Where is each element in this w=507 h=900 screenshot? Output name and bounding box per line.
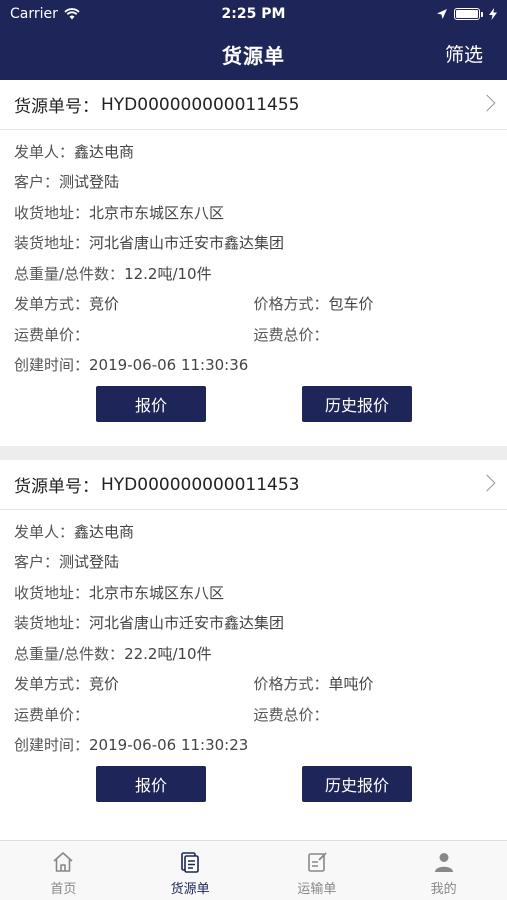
- user-icon: [434, 853, 453, 872]
- created-label: 创建时间：: [14, 736, 90, 755]
- next-card-edge: [0, 826, 507, 840]
- load-address-label: 装货地址：: [14, 614, 90, 633]
- order-number: HYD000000000011455: [101, 94, 300, 115]
- receive-address-label: 收货地址：: [14, 583, 90, 602]
- customer-row: 客户： 测试登陆: [14, 547, 493, 578]
- order-card[interactable]: 货源单号： HYD000000000011455 发单人： 鑫达电商 客户： 测…: [0, 80, 507, 446]
- weight-row: 总重量/总件数： 22.2吨/10件: [14, 638, 493, 669]
- sender-label: 发单人：: [14, 142, 75, 161]
- filter-button[interactable]: 筛选: [445, 40, 483, 67]
- nav-bar: 货源单 筛选: [0, 28, 507, 80]
- quote-button[interactable]: 报价: [96, 386, 206, 422]
- load-address-value: 河北省唐山市迁安市鑫达集团: [89, 614, 285, 633]
- order-mode-label: 发单方式：: [14, 295, 90, 314]
- weight-label: 总重量/总件数：: [14, 644, 125, 663]
- order-number-label: 货源单号：: [14, 477, 99, 497]
- order-header[interactable]: 货源单号： HYD000000000011455: [0, 80, 507, 130]
- order-card[interactable]: 货源单号： HYD000000000011453 发单人： 鑫达电商 客户： 测…: [0, 460, 507, 826]
- freight-row: 运费单价： 运费总价：: [14, 319, 493, 350]
- chevron-right-icon[interactable]: [478, 94, 496, 112]
- tab-home[interactable]: 首页: [0, 841, 127, 900]
- receive-address-row: 收货地址： 北京市东城区东八区: [14, 577, 493, 608]
- receive-address-value: 北京市东城区东八区: [89, 583, 225, 602]
- battery-icon: [454, 8, 483, 20]
- tab-mine-label: 我的: [430, 882, 457, 897]
- receive-address-label: 收货地址：: [14, 203, 90, 222]
- mode-row: 发单方式： 竞价 价格方式： 单吨价: [14, 669, 493, 700]
- chevron-right-icon[interactable]: [478, 474, 496, 492]
- tab-mine[interactable]: 我的: [380, 841, 507, 900]
- load-address-value: 河北省唐山市迁安市鑫达集团: [89, 234, 285, 253]
- price-mode-label: 价格方式：: [253, 295, 329, 314]
- top-bar: Carrier 2:25 PM 货源单 筛选: [0, 0, 507, 80]
- load-address-row: 装货地址： 河北省唐山市迁安市鑫达集团: [14, 608, 493, 639]
- order-list[interactable]: 货源单号： HYD000000000011455 发单人： 鑫达电商 客户： 测…: [0, 80, 507, 840]
- load-address-label: 装货地址：: [14, 234, 90, 253]
- customer-row: 客户： 测试登陆: [14, 167, 493, 198]
- tab-orders[interactable]: 货源单: [127, 841, 254, 900]
- page-title: 货源单: [222, 43, 285, 68]
- tab-home-label: 首页: [50, 882, 77, 897]
- document-icon: [181, 852, 199, 873]
- sender-value: 鑫达电商: [74, 142, 135, 161]
- load-address-row: 装货地址： 河北省唐山市迁安市鑫达集团: [14, 228, 493, 259]
- status-bar: Carrier 2:25 PM: [0, 0, 507, 28]
- receive-address-value: 北京市东城区东八区: [89, 203, 225, 222]
- order-mode-label: 发单方式：: [14, 675, 90, 694]
- customer-value: 测试登陆: [59, 553, 120, 572]
- total-price-label: 运费总价：: [253, 325, 329, 344]
- sender-value: 鑫达电商: [74, 522, 135, 541]
- customer-value: 测试登陆: [59, 173, 120, 192]
- price-mode-value: 单吨价: [328, 675, 374, 694]
- tab-orders-label: 货源单: [170, 882, 210, 897]
- created-row: 创建时间： 2019-06-06 11:30:36: [14, 350, 493, 381]
- status-time: 2:25 PM: [221, 6, 286, 22]
- price-mode-label: 价格方式：: [253, 675, 329, 694]
- unit-price-label: 运费单价：: [14, 325, 90, 344]
- order-number: HYD000000000011453: [101, 474, 300, 495]
- sender-row: 发单人： 鑫达电商: [14, 516, 493, 547]
- weight-row: 总重量/总件数： 12.2吨/10件: [14, 258, 493, 289]
- order-mode-value: 竞价: [89, 675, 120, 694]
- customer-label: 客户：: [14, 173, 60, 192]
- edit-note-icon: [308, 852, 327, 872]
- sender-label: 发单人：: [14, 522, 75, 541]
- weight-label: 总重量/总件数：: [14, 264, 125, 283]
- history-quote-button[interactable]: 历史报价: [302, 386, 412, 422]
- customer-label: 客户：: [14, 553, 60, 572]
- created-label: 创建时间：: [14, 356, 90, 375]
- history-quote-button[interactable]: 历史报价: [302, 766, 412, 802]
- quote-button[interactable]: 报价: [96, 766, 206, 802]
- tab-transport-label: 运输单: [297, 882, 337, 897]
- order-header[interactable]: 货源单号： HYD000000000011453: [0, 460, 507, 510]
- created-row: 创建时间： 2019-06-06 11:30:23: [14, 730, 493, 761]
- home-icon: [53, 852, 73, 872]
- order-mode-value: 竞价: [89, 295, 120, 314]
- freight-row: 运费单价： 运费总价：: [14, 699, 493, 730]
- price-mode-value: 包车价: [328, 295, 374, 314]
- weight-value: 12.2吨/10件: [124, 264, 212, 283]
- tab-bar: 首页 货源单 运输单 我的: [0, 840, 507, 900]
- order-number-label: 货源单号：: [14, 97, 99, 117]
- receive-address-row: 收货地址： 北京市东城区东八区: [14, 197, 493, 228]
- tab-transport[interactable]: 运输单: [254, 841, 381, 900]
- weight-value: 22.2吨/10件: [124, 644, 212, 663]
- unit-price-label: 运费单价：: [14, 705, 90, 724]
- mode-row: 发单方式： 竞价 价格方式： 包车价: [14, 289, 493, 320]
- created-value: 2019-06-06 11:30:23: [89, 735, 249, 754]
- sender-row: 发单人： 鑫达电商: [14, 136, 493, 167]
- total-price-label: 运费总价：: [253, 705, 329, 724]
- created-value: 2019-06-06 11:30:36: [89, 355, 249, 374]
